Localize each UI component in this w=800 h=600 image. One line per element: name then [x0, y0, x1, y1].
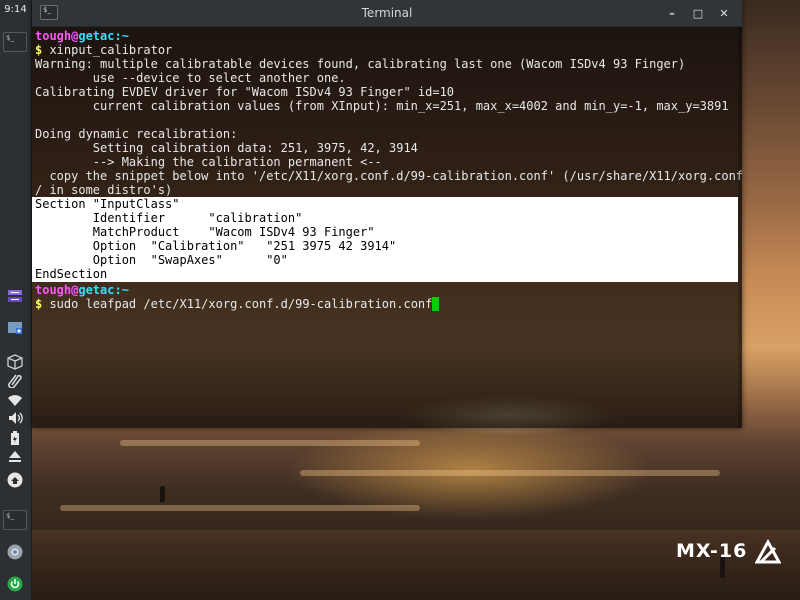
file-manager-icon[interactable]	[5, 318, 25, 338]
prompt-host: getac	[78, 29, 115, 43]
window-titlebar[interactable]: $_ Terminal – □ ✕	[32, 0, 742, 27]
close-button[interactable]: ✕	[714, 3, 734, 23]
terminal-icon: $_	[6, 512, 14, 520]
browser-icon[interactable]	[5, 542, 25, 562]
prompt-user: tough	[35, 283, 72, 297]
selected-text-block[interactable]: Section "InputClass" Identifier "calibra…	[32, 197, 738, 282]
package-icon[interactable]	[5, 352, 25, 372]
output-line: current calibration values (from XInput)…	[35, 99, 729, 113]
panel-clock[interactable]: 9:14	[0, 4, 31, 15]
snippet-line: Identifier "calibration"	[35, 211, 303, 225]
prompt-host: getac	[78, 283, 115, 297]
output-line: / in some distro's)	[35, 183, 173, 197]
volume-icon[interactable]	[5, 408, 25, 428]
minimize-button[interactable]: –	[662, 3, 682, 23]
output-line: use --device to select another one.	[35, 71, 346, 85]
terminal-output[interactable]: tough@getac:~ $ xinput_calibrator Warnin…	[32, 27, 742, 428]
eject-icon[interactable]	[5, 446, 25, 466]
snippet-line: Option "Calibration" "251 3975 42 3914"	[35, 239, 397, 253]
snippet-line: Section "InputClass"	[35, 197, 180, 211]
taskbar-terminal-button[interactable]: $_	[3, 32, 27, 52]
prompt-line: tough@getac:~	[35, 283, 129, 297]
snippet-line: MatchProduct "Wacom ISDv4 93 Finger"	[35, 225, 375, 239]
command-line: $ xinput_calibrator	[35, 43, 172, 57]
prompt-user: tough	[35, 29, 72, 43]
clipboard-icon[interactable]	[5, 370, 25, 390]
prompt-line: tough@getac:~	[35, 29, 129, 43]
terminal-icon: $_	[6, 34, 14, 42]
terminal-window: $_ Terminal – □ ✕ tough@getac:~ $ xinput…	[32, 0, 742, 428]
command-text: xinput_calibrator	[42, 43, 173, 57]
command-text: sudo leafpad /etc/X11/xorg.conf.d/99-cal…	[42, 297, 433, 311]
wave-highlight	[300, 470, 720, 476]
maximize-button[interactable]: □	[688, 3, 708, 23]
workspace-switcher-icon[interactable]	[5, 286, 25, 306]
mx-x-icon	[755, 538, 782, 564]
logo-text: MX-16	[676, 540, 748, 562]
output-line: Calibrating EVDEV driver for "Wacom ISDv…	[35, 85, 455, 99]
wave-highlight	[60, 505, 420, 511]
output-line: copy the snippet below into '/etc/X11/xo…	[35, 169, 742, 183]
output-line: Setting calibration data: 251, 3975, 42,…	[35, 141, 418, 155]
snippet-line: EndSection	[35, 267, 108, 281]
window-title: Terminal	[361, 6, 413, 20]
command-line[interactable]: $ sudo leafpad /etc/X11/xorg.conf.d/99-c…	[35, 297, 440, 311]
taskbar-terminal-button[interactable]: $_	[3, 510, 27, 530]
person-silhouette	[160, 486, 165, 502]
wave-highlight	[120, 440, 420, 446]
mx-linux-logo: MX-16	[676, 536, 786, 566]
left-panel: 9:14 $_ $_	[0, 0, 32, 600]
terminal-scrollbar[interactable]	[738, 27, 742, 428]
updater-icon[interactable]	[5, 470, 25, 490]
snippet-line: Option "SwapAxes" "0"	[35, 253, 288, 267]
text-cursor	[432, 297, 440, 311]
output-line: --> Making the calibration permanent <--	[35, 155, 382, 169]
wifi-icon[interactable]	[5, 390, 25, 410]
power-icon[interactable]	[5, 574, 25, 594]
battery-icon[interactable]	[5, 428, 25, 448]
output-line: Doing dynamic recalibration:	[35, 127, 238, 141]
output-line: Warning: multiple calibratable devices f…	[35, 57, 686, 71]
